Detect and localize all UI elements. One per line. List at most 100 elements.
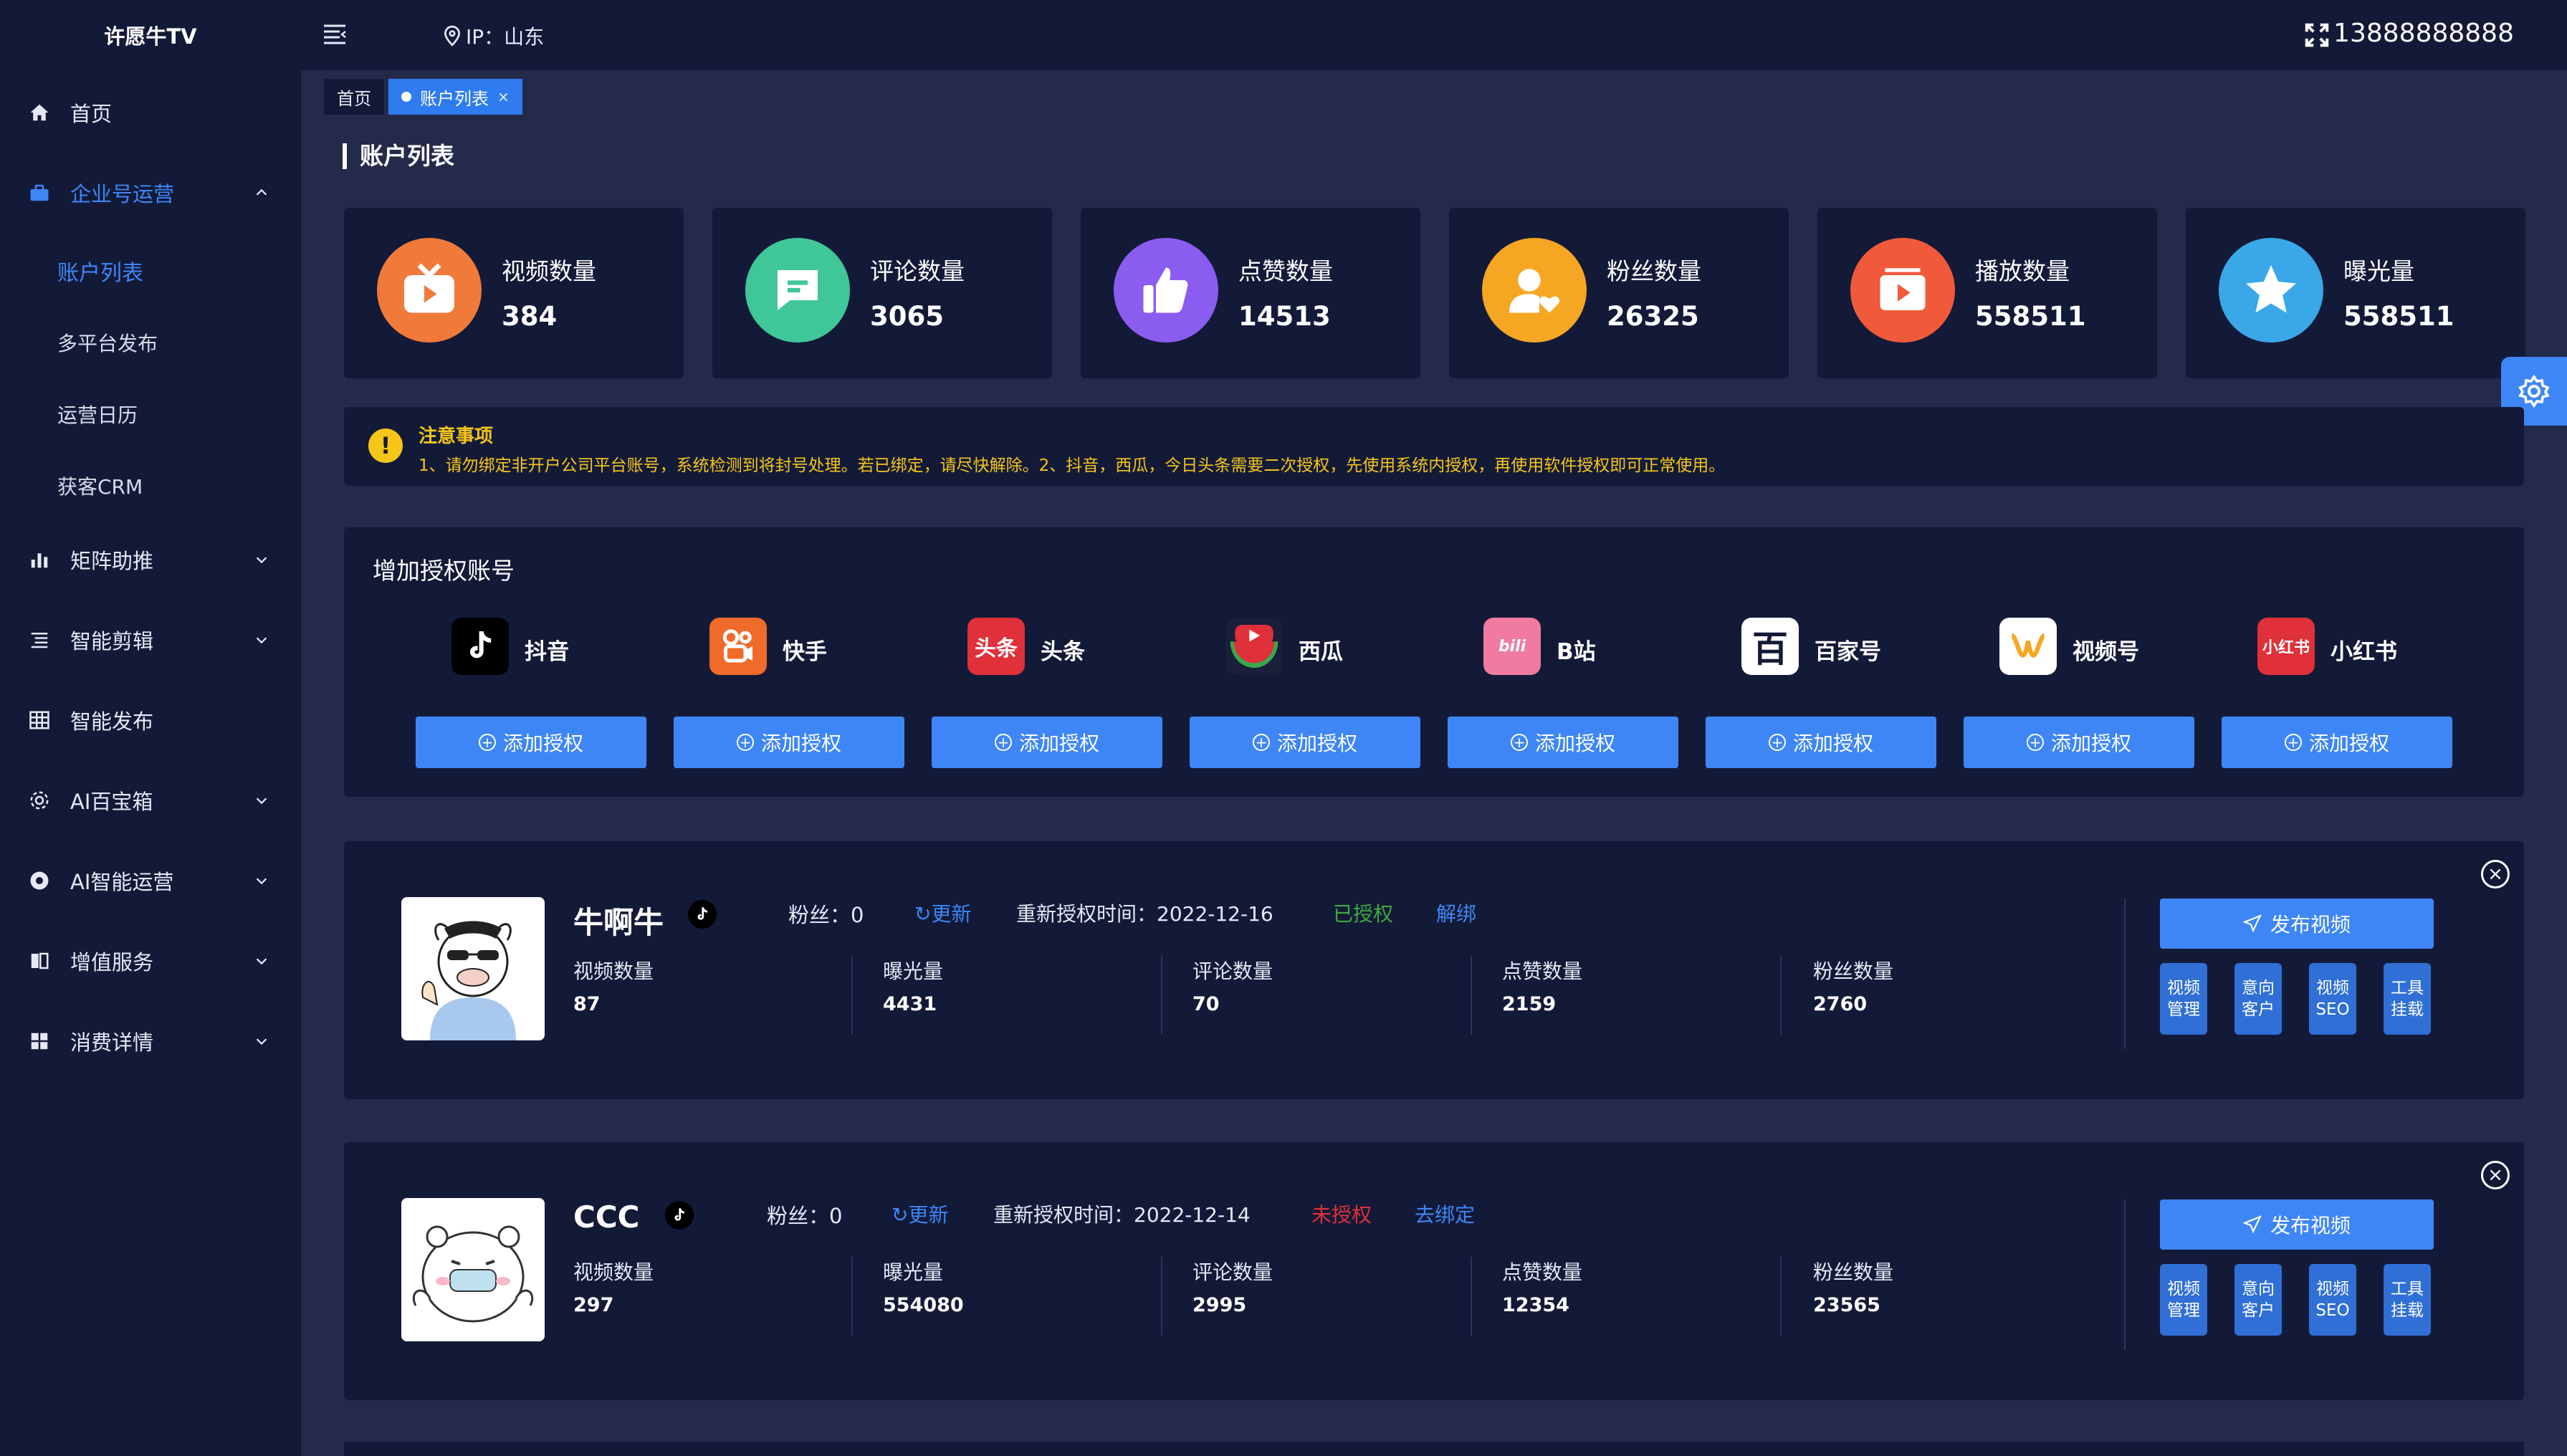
metric-value: 23565 bbox=[1813, 1294, 1880, 1316]
sidebar-item-editing[interactable]: 智能剪辑 bbox=[0, 615, 301, 665]
xigua-icon bbox=[1225, 618, 1283, 675]
bilibili-icon: bili bbox=[1483, 618, 1541, 675]
platform-kuaishou: 快手 bbox=[661, 618, 890, 732]
ip-location: IP：山东 bbox=[443, 21, 544, 50]
chat-bubble-icon bbox=[745, 238, 850, 343]
close-icon[interactable]: × bbox=[2481, 1161, 2510, 1189]
sidebar-item-consumption[interactable]: 消费详情 bbox=[0, 1016, 301, 1066]
metric-label: 点赞数量 bbox=[1502, 959, 1583, 983]
divider bbox=[2124, 1199, 2126, 1350]
stat-card-fans: 粉丝数量 26325 bbox=[1449, 208, 1789, 378]
publish-video-button[interactable]: 发布视频 bbox=[2160, 899, 2434, 949]
platform-name: 抖音 bbox=[525, 639, 569, 665]
plus-circle-icon: + bbox=[2026, 734, 2044, 751]
video-manage-button[interactable]: 视频管理 bbox=[2160, 963, 2207, 1035]
tv-icon bbox=[377, 238, 482, 343]
platform-toutiao: 头条 头条 bbox=[919, 618, 1148, 732]
sidebar-subitem-multi-publish[interactable]: 多平台发布 bbox=[57, 328, 158, 357]
metric-value: 2159 bbox=[1502, 993, 1557, 1015]
tab-bar: 首页 账户列表 × bbox=[324, 79, 522, 116]
add-auth-kuaishou-button[interactable]: + 添加授权 bbox=[674, 717, 904, 768]
plus-circle-icon: + bbox=[2284, 734, 2302, 751]
tool-mount-button[interactable]: 工具挂载 bbox=[2384, 1264, 2431, 1336]
plus-circle-icon: + bbox=[994, 734, 1012, 751]
button-label: 添加授权 bbox=[1018, 732, 1099, 755]
sidebar-item-label: 首页 bbox=[70, 102, 113, 126]
video-seo-button[interactable]: 视频SEO bbox=[2309, 1264, 2356, 1336]
intent-customer-button[interactable]: 意向客户 bbox=[2234, 963, 2282, 1035]
brand-logo[interactable]: 许愿牛TV bbox=[0, 0, 301, 70]
send-icon bbox=[2242, 1215, 2262, 1234]
metric-videos: 视频数量 87 bbox=[573, 956, 654, 1015]
sidebar-item-home[interactable]: 首页 bbox=[0, 87, 301, 138]
sidebar-subitem-calendar[interactable]: 运营日历 bbox=[57, 400, 138, 428]
add-auth-xiaohongshu-button[interactable]: + 添加授权 bbox=[2222, 717, 2452, 768]
reauth-time: 重新授权时间：2022-12-16 bbox=[1016, 902, 1273, 926]
tab-label: 账户列表 bbox=[420, 88, 489, 109]
platform-xigua: 西瓜 bbox=[1177, 618, 1406, 732]
user-phone[interactable]: 13888888888 bbox=[2333, 19, 2514, 48]
sidebar: 许愿牛TV 首页 企业号运营 账户列表 多平台发布 运营日历 获客CRM 矩阵助… bbox=[0, 0, 301, 1456]
stat-label: 播放数量 bbox=[1975, 257, 2070, 285]
user-heart-icon bbox=[1482, 238, 1587, 343]
sidebar-item-ai-toolbox[interactable]: AI百宝箱 bbox=[0, 775, 301, 825]
add-auth-douyin-button[interactable]: + 添加授权 bbox=[416, 717, 646, 768]
fullscreen-icon[interactable] bbox=[2303, 21, 2331, 49]
bind-link[interactable]: 去绑定 bbox=[1415, 1199, 1475, 1228]
sidebar-item-ai-operation[interactable]: AI智能运营 bbox=[0, 856, 301, 906]
sidebar-subitem-crm[interactable]: 获客CRM bbox=[57, 471, 143, 500]
video-seo-button[interactable]: 视频SEO bbox=[2309, 963, 2356, 1035]
sidebar-item-value-added[interactable]: 增值服务 bbox=[0, 936, 301, 986]
close-icon[interactable]: × bbox=[2481, 860, 2510, 889]
douyin-icon bbox=[451, 618, 509, 675]
tool-mount-button[interactable]: 工具挂载 bbox=[2384, 963, 2431, 1035]
stat-label: 评论数量 bbox=[870, 257, 965, 285]
sidebar-item-label: 矩阵助推 bbox=[70, 549, 154, 573]
add-auth-bilibili-button[interactable]: + 添加授权 bbox=[1448, 717, 1678, 768]
unbind-link[interactable]: 解绑 bbox=[1436, 899, 1476, 927]
close-icon[interactable]: × bbox=[497, 88, 510, 105]
metric-comments: 评论数量 2995 bbox=[1192, 1257, 1273, 1316]
platform-douyin: 抖音 bbox=[403, 618, 632, 732]
metric-label: 点赞数量 bbox=[1502, 1260, 1583, 1284]
divider bbox=[1161, 1257, 1162, 1336]
add-auth-baijiahao-button[interactable]: + 添加授权 bbox=[1706, 717, 1936, 768]
tab-account-list[interactable]: 账户列表 × bbox=[388, 79, 522, 115]
refresh-icon: ↻ bbox=[914, 902, 932, 926]
toutiao-icon: 头条 bbox=[967, 618, 1025, 675]
notice-banner: ! 注意事项 1、请勿绑定非开户公司平台账号，系统检测到将封号处理。若已绑定，请… bbox=[344, 407, 2524, 486]
avatar bbox=[401, 897, 545, 1040]
add-authorization-panel: 增加授权账号 抖音 + 添加授权 快手 + 添加授权 头条 头条 + 添加授权 … bbox=[344, 527, 2524, 797]
platform-name: 头条 bbox=[1041, 639, 1085, 665]
sidebar-subitem-account-list[interactable]: 账户列表 bbox=[57, 255, 143, 287]
baijiahao-icon: 百 bbox=[1741, 618, 1799, 675]
metric-value: 70 bbox=[1192, 993, 1220, 1015]
divider bbox=[1780, 1257, 1782, 1336]
add-auth-shipinhao-button[interactable]: + 添加授权 bbox=[1964, 717, 2194, 768]
metric-exposure: 曝光量 4431 bbox=[883, 956, 943, 1015]
section-title: 增加授权账号 bbox=[373, 557, 515, 585]
video-manage-button[interactable]: 视频管理 bbox=[2160, 1264, 2207, 1336]
platform-name: 西瓜 bbox=[1299, 639, 1343, 665]
sidebar-item-matrix[interactable]: 矩阵助推 bbox=[0, 535, 301, 585]
stat-value: 3065 bbox=[870, 301, 944, 332]
sidebar-item-enterprise[interactable]: 企业号运营 bbox=[0, 168, 301, 218]
sidebar-item-label: 智能发布 bbox=[70, 709, 154, 734]
chevron-down-icon bbox=[256, 1038, 267, 1045]
intent-customer-button[interactable]: 意向客户 bbox=[2234, 1264, 2282, 1336]
notice-title: 注意事项 bbox=[419, 426, 494, 447]
refresh-link[interactable]: ↻更新 bbox=[914, 899, 971, 927]
refresh-label: 更新 bbox=[908, 1203, 949, 1227]
metric-label: 视频数量 bbox=[573, 959, 654, 983]
tab-home[interactable]: 首页 bbox=[324, 79, 384, 115]
douyin-icon bbox=[665, 1201, 694, 1230]
publish-video-button[interactable]: 发布视频 bbox=[2160, 1199, 2434, 1250]
plus-circle-icon: + bbox=[1768, 734, 1786, 751]
add-auth-toutiao-button[interactable]: + 添加授权 bbox=[932, 717, 1162, 768]
sidebar-item-smart-publish[interactable]: 智能发布 bbox=[0, 695, 301, 745]
metric-value: 2995 bbox=[1192, 1294, 1247, 1316]
menu-toggle-icon[interactable] bbox=[322, 23, 347, 44]
refresh-link[interactable]: ↻更新 bbox=[891, 1199, 948, 1228]
add-auth-xigua-button[interactable]: + 添加授权 bbox=[1190, 717, 1420, 768]
plus-circle-icon: + bbox=[736, 734, 754, 751]
